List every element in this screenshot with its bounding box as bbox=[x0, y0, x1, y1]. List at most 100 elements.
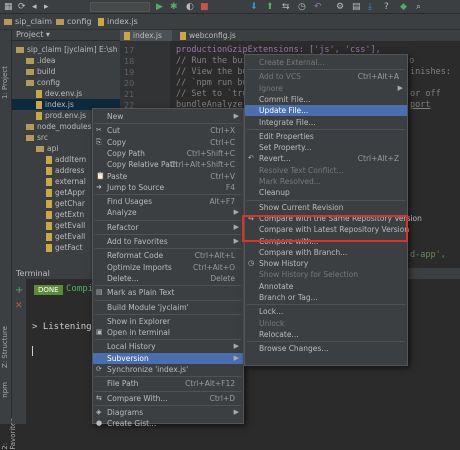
menu-item-lock[interactable]: Lock... bbox=[245, 306, 407, 317]
menu-item-find-usages[interactable]: Find Usages Alt+F7 bbox=[93, 196, 243, 207]
vcs-update-icon[interactable]: ⬇ bbox=[250, 2, 258, 12]
menu-item-copy[interactable]: ⎘ Copy Ctrl+C bbox=[93, 137, 243, 148]
menu-item-subversion[interactable]: Subversion ▶ bbox=[93, 352, 243, 364]
tree-item[interactable]: external bbox=[46, 176, 86, 187]
tree-item[interactable]: getAppr bbox=[46, 187, 85, 198]
tab-webconfig-js[interactable]: webconfig.js bbox=[176, 30, 246, 41]
menu-item-update-file[interactable]: Update File... bbox=[245, 105, 407, 117]
run-icon[interactable]: ▶ bbox=[156, 2, 163, 12]
vcs-commit-icon[interactable]: ⬆ bbox=[266, 2, 274, 12]
project-tool-tab[interactable]: 1: Project bbox=[1, 66, 9, 99]
tree-item[interactable]: addItem bbox=[46, 154, 86, 165]
sync-icon[interactable]: ⟳ bbox=[18, 2, 26, 12]
menu-item-cut[interactable]: ✂ Cut Ctrl+X bbox=[93, 125, 243, 136]
breadcrumb-item[interactable]: config bbox=[56, 17, 91, 26]
menu-separator bbox=[95, 194, 241, 196]
submenu-arrow-icon: ▶ bbox=[233, 112, 239, 120]
menu-item-browse-changes[interactable]: Browse Changes... bbox=[245, 343, 407, 354]
debug-icon[interactable]: ✱ bbox=[170, 2, 178, 12]
menu-item-show-current-revision[interactable]: Show Current Revision bbox=[245, 202, 407, 213]
git-icon[interactable]: ◆ bbox=[400, 2, 407, 12]
main-toolbar: ▦ ⟳ ◂ ▸ ▶ ✱ ◐ ■ ⬇ ⬆ ⇆ ◷ ↶ ⚙ ▤ ⤓ ? ◆ ⌕ bbox=[0, 0, 460, 14]
menu-item-delete[interactable]: Delete... Delete bbox=[93, 273, 243, 284]
menu-item-mark-as-plain-text[interactable]: ▤ Mark as Plain Text bbox=[93, 287, 243, 298]
menu-item-revert[interactable]: ↶ Revert... Ctrl+Alt+Z bbox=[245, 153, 407, 164]
menu-separator bbox=[247, 128, 405, 130]
menu-item-local-history[interactable]: Local History ▶ bbox=[93, 341, 243, 352]
menu-item-relocate[interactable]: Relocate... bbox=[245, 329, 407, 340]
menu-item-optimize-imports[interactable]: Optimize Imports Ctrl+Alt+O bbox=[93, 262, 243, 273]
menu-item-set-property[interactable]: Set Property... bbox=[245, 142, 407, 153]
run-config-dropdown[interactable] bbox=[90, 2, 150, 12]
breadcrumb-item[interactable]: index.js bbox=[98, 17, 138, 26]
menu-item-synchronize-index-js[interactable]: ⟳ Synchronize 'index.js' bbox=[93, 364, 243, 375]
menu-item-label: Branch or Tag... bbox=[259, 293, 318, 302]
code-line[interactable]: // `npm run bu bbox=[176, 78, 248, 88]
forward-icon[interactable]: ▸ bbox=[44, 2, 49, 12]
tree-item[interactable]: dev.env.js bbox=[36, 88, 82, 99]
menu-item-diagrams[interactable]: ◈ Diagrams ▶ bbox=[93, 407, 243, 418]
structure-icon[interactable]: ▤ bbox=[352, 2, 361, 12]
breadcrumb-item[interactable]: sip_claim bbox=[4, 17, 52, 26]
settings-icon[interactable]: ⚙ bbox=[336, 2, 344, 12]
stop-icon[interactable]: ■ bbox=[200, 2, 209, 12]
menu-item-label: Resolve Text Conflict... bbox=[259, 165, 344, 175]
menu-item-integrate-file[interactable]: Integrate File... bbox=[245, 117, 407, 128]
project-panel-header[interactable]: Project ▾ bbox=[12, 30, 120, 41]
tree-item[interactable]: build bbox=[26, 66, 55, 77]
tree-item[interactable]: getExtn bbox=[46, 209, 84, 220]
npm-tool-tab[interactable]: npm bbox=[1, 382, 9, 398]
back-icon[interactable]: ◂ bbox=[32, 2, 37, 12]
code-line[interactable]: // Set to `tru bbox=[176, 89, 248, 99]
tab-index-js[interactable]: index.js bbox=[120, 30, 172, 41]
code-line[interactable]: // Run the buil bbox=[176, 56, 253, 66]
menu-item-new[interactable]: New ▶ bbox=[93, 111, 243, 122]
menu-item-build-module-jyclaim[interactable]: Build Module 'jyclaim' bbox=[93, 302, 243, 313]
close-terminal-icon[interactable]: ✕ bbox=[15, 301, 23, 311]
structure-tool-tab[interactable]: Z: Structure bbox=[1, 326, 9, 368]
tree-item[interactable]: getChar bbox=[46, 198, 85, 209]
vcs-revert-icon[interactable]: ↶ bbox=[314, 2, 322, 12]
tree-item[interactable]: getEvall bbox=[46, 231, 85, 242]
menu-item-jump-to-source[interactable]: ➜ Jump to Source F4 bbox=[93, 182, 243, 193]
code-line[interactable]: // View the bu bbox=[176, 67, 248, 77]
download-icon[interactable]: ⤓ bbox=[368, 2, 372, 12]
editor-tabs: index.js webconfig.js bbox=[120, 30, 460, 41]
tree-item[interactable]: getEvall bbox=[46, 220, 85, 231]
vcs-compare-icon[interactable]: ⇆ bbox=[282, 2, 290, 12]
menu-item-paste[interactable]: 📋 Paste Ctrl+V bbox=[93, 171, 243, 182]
tree-item[interactable]: sip_claim [jyclaim] E:\sh bbox=[16, 44, 117, 55]
menu-separator bbox=[95, 234, 241, 235]
tree-item[interactable]: getFact bbox=[46, 242, 83, 253]
menu-item-analyze[interactable]: Analyze ▶ bbox=[93, 207, 243, 218]
tree-item[interactable]: address bbox=[46, 165, 84, 176]
vcs-history-icon[interactable]: ◷ bbox=[298, 2, 306, 12]
menu-item-show-in-explorer[interactable]: Show in Explorer bbox=[93, 316, 243, 327]
menu-item-compare-with[interactable]: ⇆ Compare With... Ctrl+D bbox=[93, 393, 243, 404]
tree-item[interactable]: api bbox=[36, 143, 58, 154]
tree-item[interactable]: .idea bbox=[26, 55, 55, 66]
help-icon[interactable]: ? bbox=[384, 2, 389, 12]
menu-item-commit-file[interactable]: Commit File... bbox=[245, 94, 407, 105]
menu-item-compare-with-branch[interactable]: Compare with Branch... bbox=[245, 247, 407, 258]
menu-item-label: Show Current Revision bbox=[259, 202, 344, 212]
menu-item-file-path[interactable]: File Path Ctrl+Alt+F12 bbox=[93, 378, 243, 389]
tree-item[interactable]: config bbox=[26, 77, 60, 88]
tree-item[interactable]: prod.env.js bbox=[36, 110, 86, 121]
menu-item-branch-or-tag[interactable]: Branch or Tag... bbox=[245, 292, 407, 303]
menu-item-add-to-favorites[interactable]: Add to Favorites ▶ bbox=[93, 236, 243, 247]
search-icon[interactable]: ⌕ bbox=[416, 2, 421, 12]
coverage-icon[interactable]: ◐ bbox=[186, 2, 194, 12]
menu-item-annotate[interactable]: Annotate bbox=[245, 281, 407, 292]
menu-item-cleanup[interactable]: Cleanup bbox=[245, 187, 407, 198]
menu-item-show-history[interactable]: ◷ Show History bbox=[245, 258, 407, 269]
menu-item-refactor[interactable]: Refactor ▶ bbox=[93, 222, 243, 233]
save-icon[interactable]: ▦ bbox=[4, 2, 13, 12]
menu-item-copy-path[interactable]: Copy Path Ctrl+Shift+C bbox=[93, 148, 243, 159]
menu-item-copy-relative-path[interactable]: Copy Relative Path Ctrl+Alt+Shift+C bbox=[93, 159, 243, 170]
tree-item[interactable]: src bbox=[26, 132, 48, 143]
menu-item-reformat-code[interactable]: Reformat Code Ctrl+Alt+L bbox=[93, 250, 243, 261]
menu-item-open-in-terminal[interactable]: ▣ Open in terminal bbox=[93, 327, 243, 338]
menu-item-edit-properties[interactable]: Edit Properties bbox=[245, 131, 407, 142]
add-terminal-icon[interactable]: + bbox=[15, 285, 23, 296]
